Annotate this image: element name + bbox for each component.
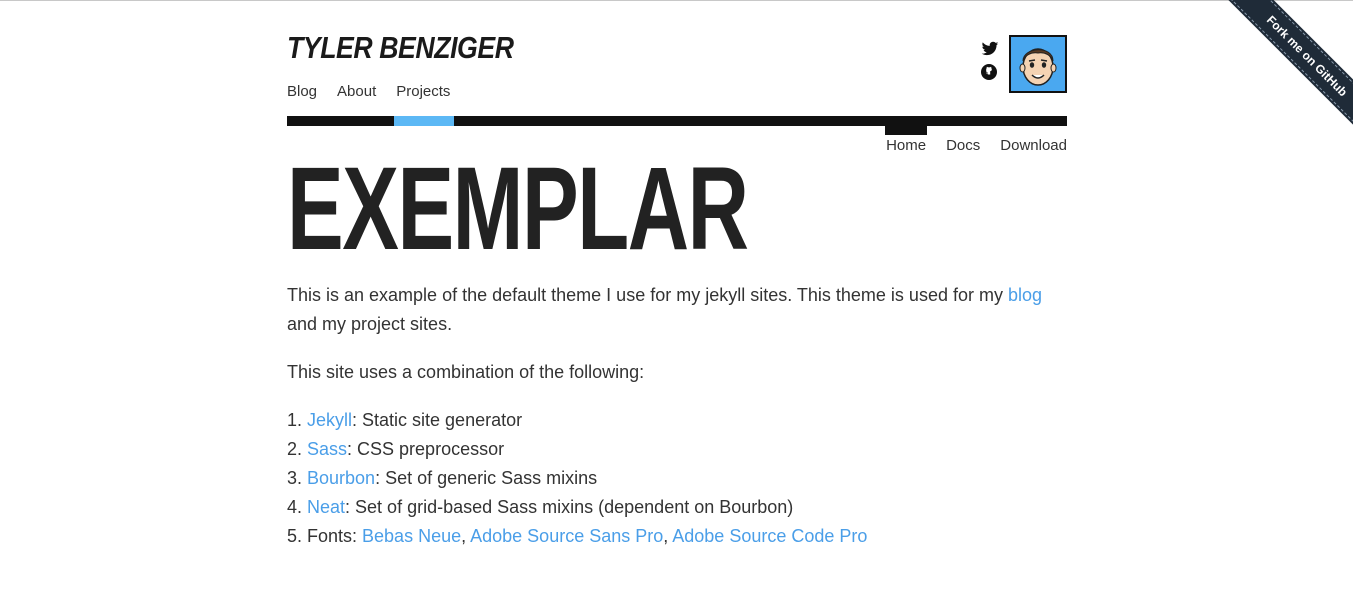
bourbon-link[interactable]: Bourbon	[307, 468, 375, 488]
sub-nav-home[interactable]: Home	[886, 136, 926, 156]
list-item: Bourbon: Set of generic Sass mixins	[307, 464, 1067, 493]
sub-nav: Home Docs Download	[886, 136, 1067, 156]
sub-nav-active-indicator	[885, 126, 927, 135]
avatar-face-icon	[1011, 37, 1065, 91]
github-ribbon-container: Fork me on GitHub	[1204, 0, 1353, 149]
list-item-text: : CSS preprocessor	[347, 439, 505, 459]
blog-link[interactable]: blog	[1008, 285, 1042, 305]
main-nav-blog[interactable]: Blog	[287, 82, 317, 102]
list-item-text: : Static site generator	[352, 410, 523, 430]
source-code-pro-link[interactable]: Adobe Source Code Pro	[672, 526, 867, 546]
top-border	[0, 0, 1353, 1]
list-item: Sass: CSS preprocessor	[307, 435, 1067, 464]
main-nav-projects[interactable]: Projects	[396, 82, 450, 102]
header-bar-active-indicator	[394, 116, 454, 126]
tools-list: Jekyll: Static site generator Sass: CSS …	[287, 406, 1067, 551]
page-content: This is an example of the default theme …	[287, 281, 1067, 551]
main-nav: Blog About Projects	[287, 82, 470, 102]
social-links	[981, 40, 1005, 88]
fonts-separator: ,	[461, 526, 471, 546]
neat-link[interactable]: Neat	[307, 497, 345, 517]
fork-me-ribbon[interactable]: Fork me on GitHub	[1222, 0, 1353, 141]
intro-text-2: and my project sites.	[287, 314, 453, 334]
list-item: Neat: Set of grid-based Sass mixins (dep…	[307, 493, 1067, 522]
main-nav-about[interactable]: About	[337, 82, 376, 102]
list-item-text: : Set of grid-based Sass mixins (depende…	[345, 497, 794, 517]
intro-paragraph: This is an example of the default theme …	[287, 281, 1067, 339]
page-title: EXEMPLAR	[287, 143, 749, 275]
sub-nav-download[interactable]: Download	[1000, 136, 1067, 156]
bebas-neue-link[interactable]: Bebas Neue	[362, 526, 461, 546]
combination-paragraph: This site uses a combination of the foll…	[287, 362, 645, 382]
avatar[interactable]	[1009, 35, 1067, 93]
sass-link[interactable]: Sass	[307, 439, 347, 459]
list-item: Fonts: Bebas Neue, Adobe Source Sans Pro…	[307, 522, 1067, 551]
list-item-text: : Set of generic Sass mixins	[375, 468, 598, 488]
twitter-icon[interactable]	[981, 40, 1001, 60]
list-item: Jekyll: Static site generator	[307, 406, 1067, 435]
jekyll-link[interactable]: Jekyll	[307, 410, 352, 430]
github-icon[interactable]	[981, 64, 1001, 84]
intro-text-1: This is an example of the default theme …	[287, 285, 1008, 305]
sub-nav-docs[interactable]: Docs	[946, 136, 980, 156]
fonts-label: Fonts:	[307, 526, 363, 546]
source-sans-pro-link[interactable]: Adobe Source Sans Pro	[470, 526, 663, 546]
fonts-separator: ,	[663, 526, 673, 546]
site-title[interactable]: TYLER BENZIGER	[287, 28, 514, 68]
